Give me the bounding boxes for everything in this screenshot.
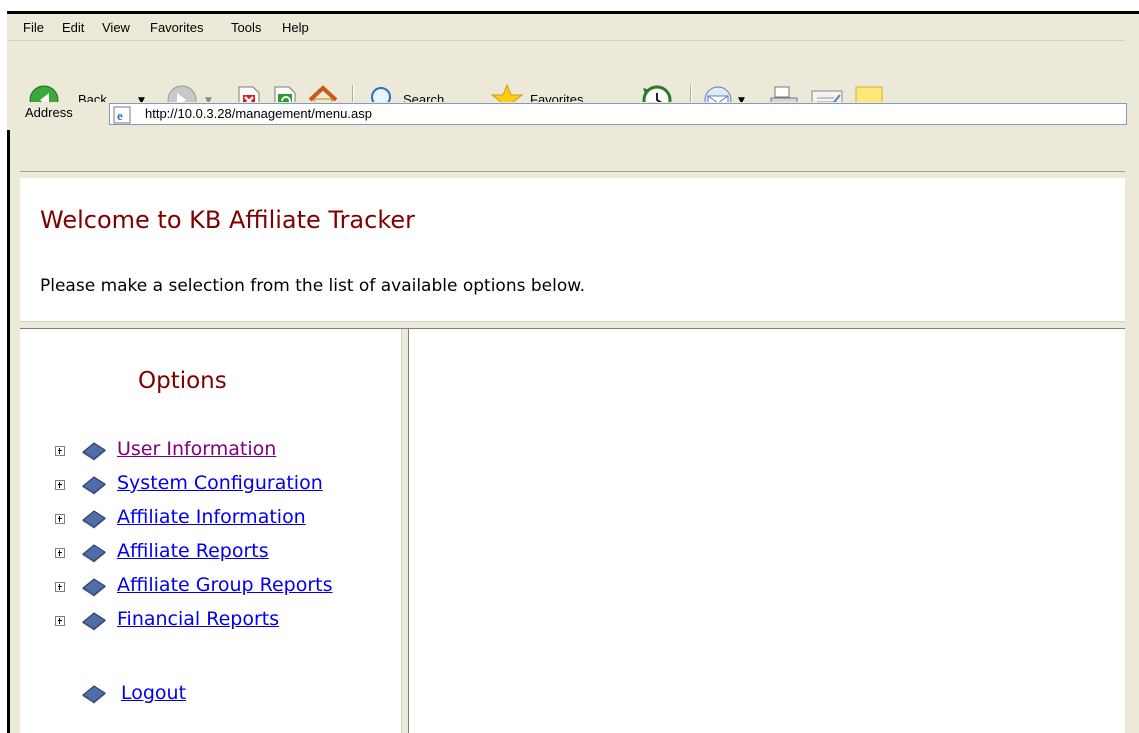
expand-plus-icon[interactable] xyxy=(55,582,65,592)
address-label: Address xyxy=(25,105,73,120)
menu-tools[interactable]: Tools xyxy=(231,20,261,35)
book-icon xyxy=(82,685,106,704)
menu-favorites[interactable]: Favorites xyxy=(150,20,203,35)
logout-link[interactable]: Logout xyxy=(121,682,186,704)
frame-border-top xyxy=(20,171,1125,178)
expand-plus-icon[interactable] xyxy=(55,446,65,456)
expand-plus-icon[interactable] xyxy=(55,514,65,524)
book-icon xyxy=(82,510,106,529)
options-heading: Options xyxy=(138,368,227,394)
instructions-text: Please make a selection from the list of… xyxy=(40,276,585,296)
frame-splitter-vertical[interactable] xyxy=(401,329,409,733)
book-icon xyxy=(82,442,106,461)
expand-plus-icon[interactable] xyxy=(55,548,65,558)
book-icon xyxy=(82,476,106,495)
tree-item-link[interactable]: Financial Reports xyxy=(117,608,279,630)
address-url[interactable]: http://10.0.3.28/management/menu.asp xyxy=(145,106,372,121)
tree-item-link[interactable]: Affiliate Reports xyxy=(117,540,269,562)
tree-item-link[interactable]: System Configuration xyxy=(117,472,323,494)
menu-help[interactable]: Help xyxy=(282,20,309,35)
content-frame xyxy=(409,329,1125,733)
page-title: Welcome to KB Affiliate Tracker xyxy=(40,206,416,234)
menu-file[interactable]: File xyxy=(23,20,44,35)
svg-text:e: e xyxy=(117,108,123,123)
menu-bar: File Edit View Favorites Tools Help xyxy=(7,14,1125,41)
expand-plus-icon[interactable] xyxy=(55,480,65,490)
expand-plus-icon[interactable] xyxy=(55,616,65,626)
menu-edit[interactable]: Edit xyxy=(62,20,84,35)
ie-page-icon: e xyxy=(113,106,131,124)
frame-splitter-horizontal[interactable] xyxy=(20,321,1125,329)
menu-view[interactable]: View xyxy=(102,20,130,35)
book-icon xyxy=(82,578,106,597)
book-icon xyxy=(82,612,106,631)
tree-item-link[interactable]: Affiliate Group Reports xyxy=(117,574,333,596)
tree-item-link[interactable]: User Information xyxy=(117,438,276,460)
book-icon xyxy=(82,544,106,563)
tree-item-link[interactable]: Affiliate Information xyxy=(117,506,306,528)
header-frame xyxy=(20,178,1125,322)
